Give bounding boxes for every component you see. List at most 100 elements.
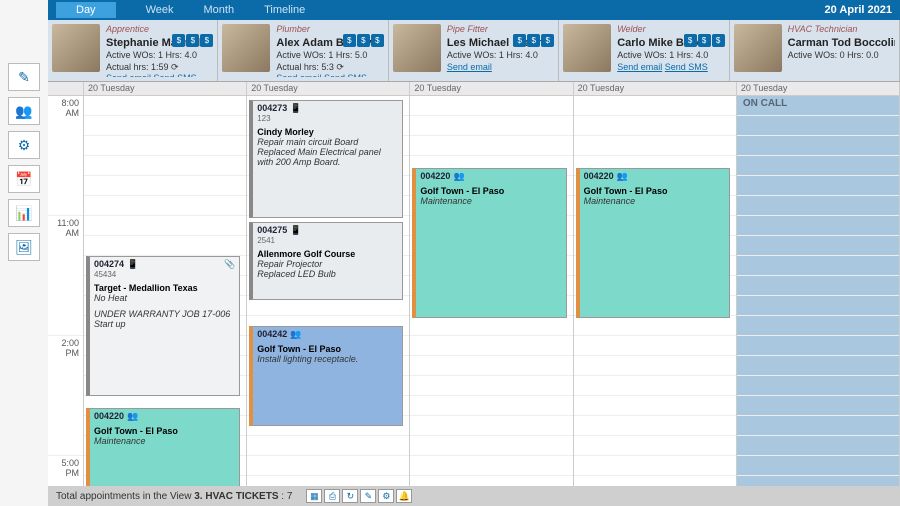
appt-location: Allenmore Golf Course [257,249,398,259]
phone-icon [287,225,301,235]
technician-card[interactable]: PlumberAlex Adam BendavidActive WOs: 1 H… [218,20,388,81]
badge-icon: $ [712,34,725,47]
badge-icon: $ [371,34,384,47]
technician-card[interactable]: WelderCarlo Mike BoccoActive WOs: 1 Hrs:… [559,20,729,81]
calendar: 8:00 AM11:00 AM2:00 PM5:00 PM 20 Tuesday… [48,82,900,486]
appt-sub: 2541 [257,236,398,245]
badge-icon: $ [343,34,356,47]
column-header: 20 Tuesday [410,82,572,96]
people-icon [450,171,464,181]
gutter-header [48,82,83,96]
tech-wo: Active WOs: 1 Hrs: 4.0 [617,50,724,62]
send-sms-link[interactable]: Send SMS [154,73,197,77]
appt-location: Golf Town - El Paso [94,426,235,436]
sidebar-button[interactable]: 📊 [8,199,40,227]
send-email-link[interactable]: Send email [276,73,321,77]
column-header: 20 Tuesday [737,82,899,96]
badge-icon: $ [186,34,199,47]
tech-actual: Actual hrs: 5:3 ⟳ [276,62,383,74]
badge-icon: $ [527,34,540,47]
day-column[interactable]: 20 Tuesday004220Golf Town - El PasoMaint… [574,82,737,486]
footer-icon[interactable]: ⎙ [324,489,340,503]
time-label: 8:00 AM [48,96,83,216]
appointment[interactable]: 004273123 Cindy MorleyRepair main circuit… [249,100,403,218]
avatar [563,24,611,72]
footer-icon[interactable]: ▦ [306,489,322,503]
tech-wo: Active WOs: 1 Hrs: 4.0 [106,50,213,62]
day-column[interactable]: 20 Tuesday004220Golf Town - El PasoMaint… [410,82,573,486]
appt-desc: Maintenance [94,436,235,446]
avatar [222,24,270,72]
column-header: 20 Tuesday [247,82,409,96]
technician-card[interactable]: HVAC TechnicianCarman Tod BoccoliniActiv… [730,20,900,81]
tech-wo: Active WOs: 0 Hrs: 0.0 [788,50,895,62]
appointment[interactable]: 00427445434Target - Medallion TexasNo He… [86,256,240,396]
appt-id: 004220 [420,171,450,181]
footer-icon[interactable]: ⚙ [378,489,394,503]
appt-location: Cindy Morley [257,127,398,137]
current-date: 20 April 2021 [825,4,892,16]
footer-text: Total appointments in the View 3. HVAC T… [56,491,292,502]
technician-card[interactable]: ApprenticeStephanie MacmillanActive WOs:… [48,20,218,81]
appt-desc: Repair main circuit BoardReplaced Main E… [257,137,398,167]
tech-wo: Active WOs: 1 Hrs: 5.0 [276,50,383,62]
footer-icon[interactable]: 🔔 [396,489,412,503]
badge-icon: $ [357,34,370,47]
appt-id: 004220 [584,171,614,181]
sidebar-button[interactable]: 🖼 [8,233,40,261]
column-header: 20 Tuesday [574,82,736,96]
day-column[interactable]: 20 Tuesday ON CALL [737,82,900,486]
send-sms-link[interactable]: Send SMS [324,73,367,77]
tab-week[interactable]: Week [146,4,174,16]
appointment[interactable]: 004220Golf Town - El PasoMaintenance [576,168,730,318]
appt-location: Golf Town - El Paso [420,186,561,196]
appt-location: Golf Town - El Paso [584,186,725,196]
sidebar-button[interactable]: 📅 [8,165,40,193]
appt-sub: 45434 [94,270,235,279]
badge-icon: $ [200,34,213,47]
appt-sub: 123 [257,114,398,123]
sidebar-button[interactable]: ✎ [8,63,40,91]
avatar [734,24,782,72]
sidebar: ✎ 👥 ⚙ 📅 📊 🖼 [0,60,48,264]
tech-actual: Actual hrs: 1:59 ⟳ [106,62,213,74]
send-email-link[interactable]: Send email [106,73,151,77]
badge-icon: $ [172,34,185,47]
appointment[interactable]: 004242Golf Town - El PasoInstall lightin… [249,326,403,426]
sidebar-button[interactable]: ⚙ [8,131,40,159]
appointment[interactable]: 004220Golf Town - El PasoMaintenance [412,168,566,318]
sidebar-button[interactable]: 👥 [8,97,40,125]
tech-wo: Active WOs: 1 Hrs: 4.0 [447,50,554,62]
appointment[interactable]: 0042752541Allenmore Golf CourseRepair Pr… [249,222,403,300]
send-email-link[interactable]: Send email [447,62,492,72]
appt-location: Golf Town - El Paso [257,344,398,354]
people-icon [614,171,628,181]
oncall-label: ON CALL [743,98,787,109]
appt-id: 004274 [94,259,124,269]
tech-role: HVAC Technician [788,24,895,36]
tab-day[interactable]: Day [56,2,116,18]
footer-icon[interactable]: ↻ [342,489,358,503]
appt-desc: No Heat [94,293,235,303]
technician-strip: ApprenticeStephanie MacmillanActive WOs:… [48,20,900,82]
phone-icon [287,103,301,113]
time-label: 5:00 PM [48,456,83,486]
send-sms-link[interactable]: Send SMS [665,62,708,72]
time-label: 2:00 PM [48,336,83,456]
tab-timeline[interactable]: Timeline [264,4,305,16]
day-column[interactable]: 20 Tuesday 004273123 Cindy MorleyRepair ma… [247,82,410,486]
technician-card[interactable]: Pipe FitterLes Michael BraunActive WOs: … [389,20,559,81]
phone-icon [124,259,138,269]
avatar [393,24,441,72]
appt-desc: Repair ProjectorReplaced LED Bulb [257,259,398,279]
send-email-link[interactable]: Send email [617,62,662,72]
day-column[interactable]: 20 Tuesday00427445434Target - Medallion … [84,82,247,486]
appointment[interactable]: 004220Golf Town - El PasoMaintenance [86,408,240,486]
appt-id: 004242 [257,329,287,339]
tab-month[interactable]: Month [203,4,234,16]
badge-icon: $ [541,34,554,47]
view-tabs: Day Week Month Timeline [56,4,305,16]
people-icon [124,411,138,421]
footer-icon[interactable]: ✎ [360,489,376,503]
appt-id: 004273 [257,103,287,113]
